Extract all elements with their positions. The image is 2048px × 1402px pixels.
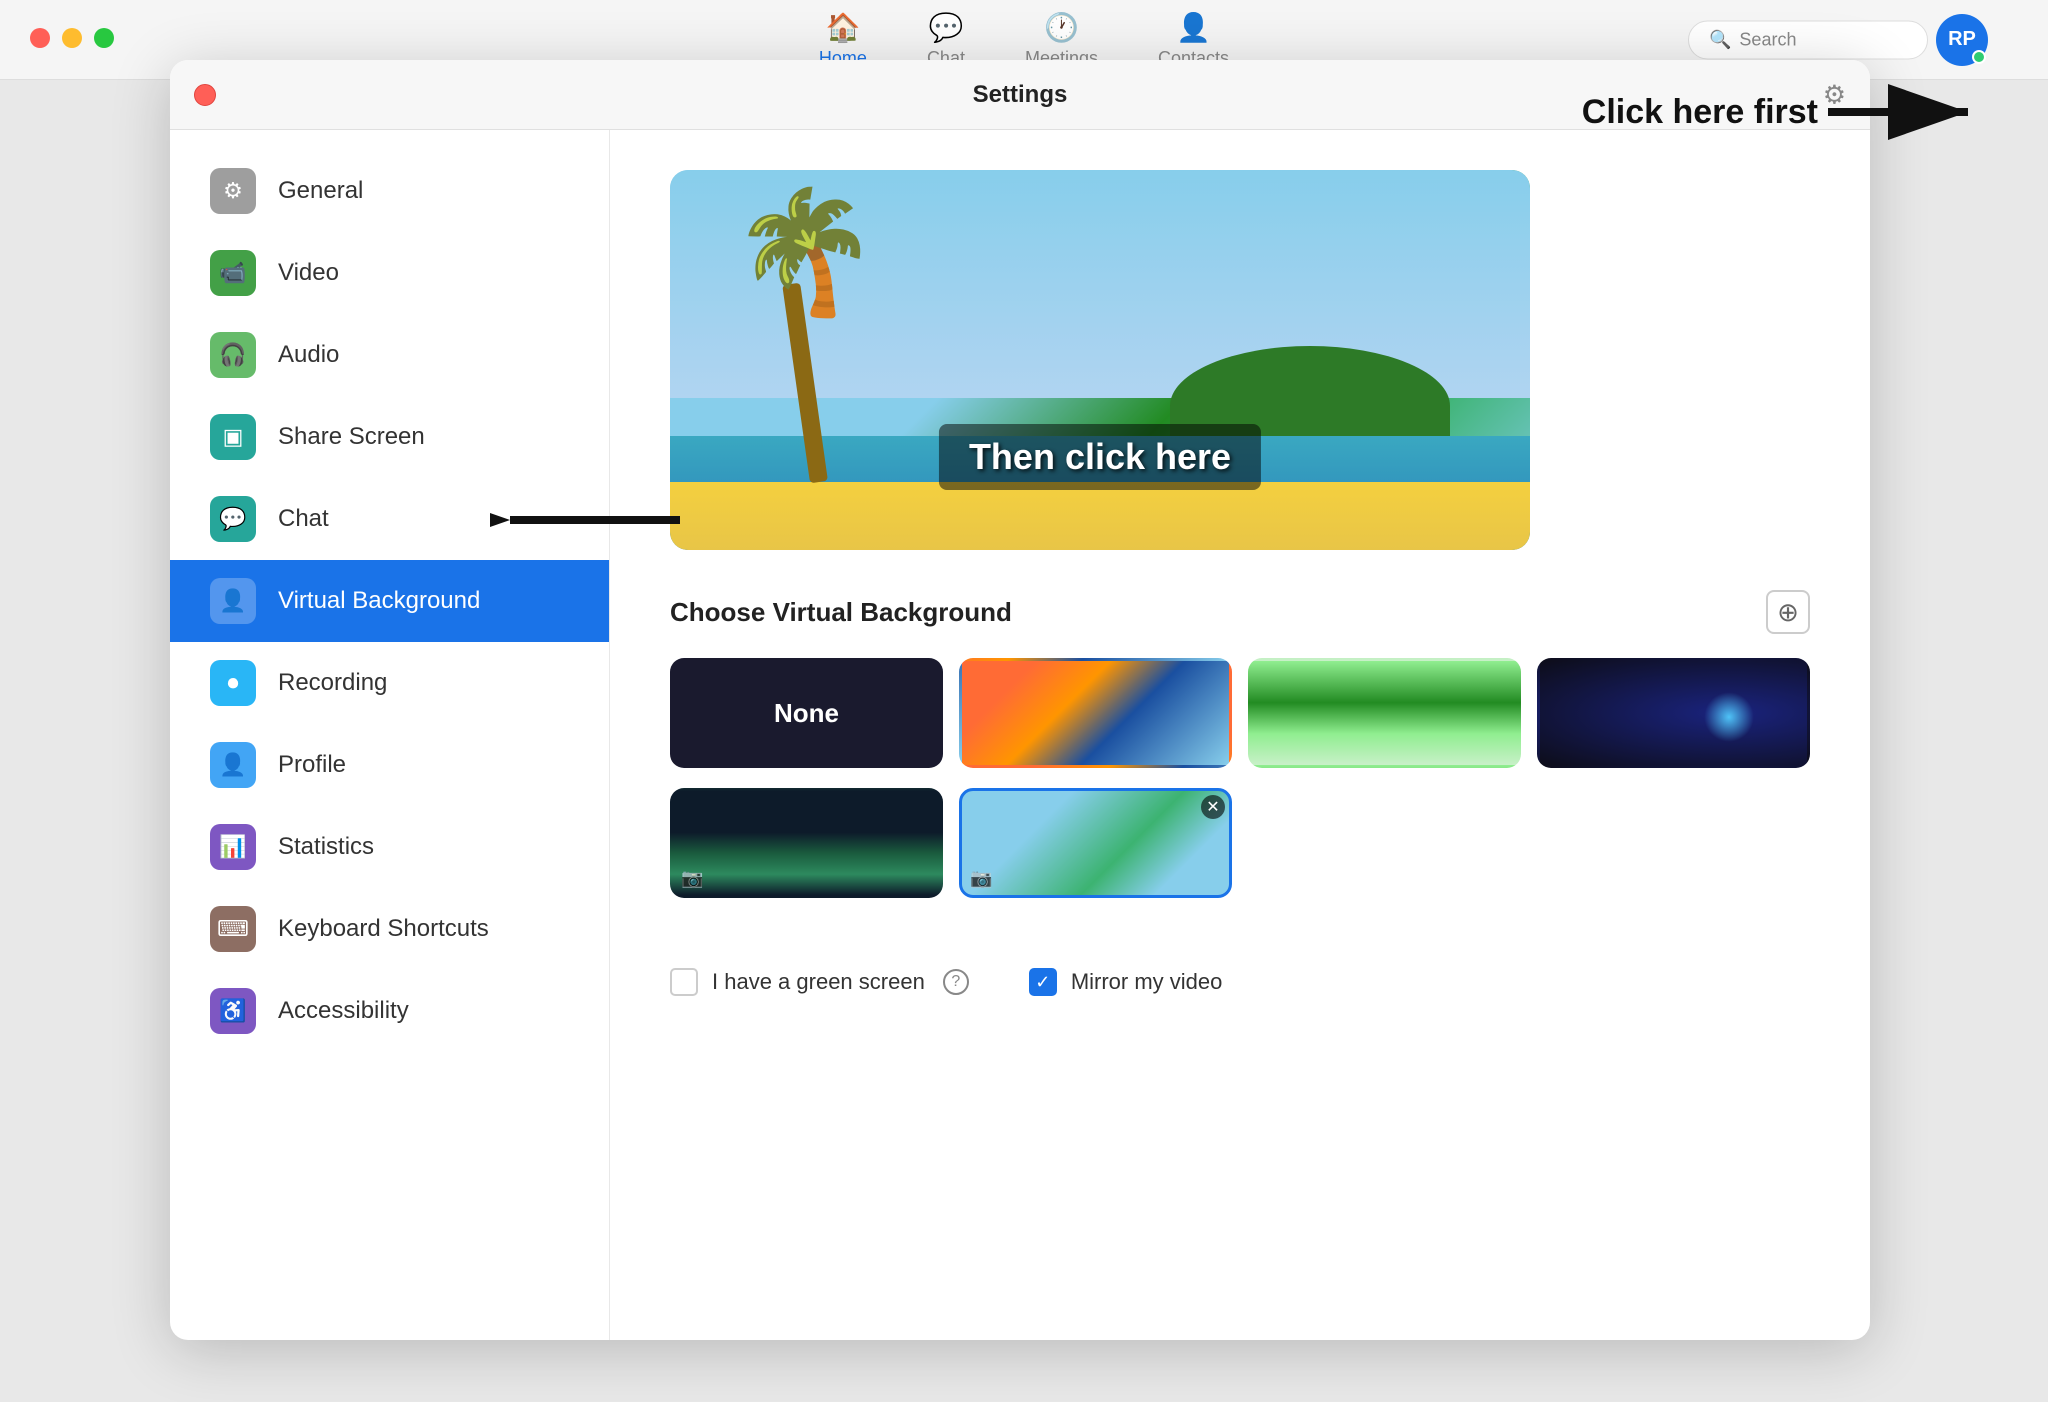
bg-beach-option[interactable]: ✕ 📷 bbox=[959, 788, 1232, 898]
bg-none-option[interactable]: None bbox=[670, 658, 943, 768]
bg-space-option[interactable] bbox=[1537, 658, 1810, 768]
sidebar-item-recording[interactable]: ⏺ Recording bbox=[170, 642, 609, 724]
close-button[interactable] bbox=[30, 28, 50, 48]
beach-cam-icon: 📷 bbox=[970, 868, 992, 889]
background-preview: 🌴 Then click here bbox=[670, 170, 1530, 550]
sidebar-item-statistics[interactable]: 📊 Statistics bbox=[170, 806, 609, 888]
space-glow bbox=[1704, 692, 1754, 742]
right-arrow-annotation bbox=[1828, 72, 1988, 152]
online-indicator bbox=[1972, 50, 1986, 64]
sidebar-item-accessibility[interactable]: ♿ Accessibility bbox=[170, 970, 609, 1052]
contacts-icon: 👤 bbox=[1176, 11, 1211, 44]
bg-empty-slot-1 bbox=[1248, 788, 1521, 898]
avatar[interactable]: RP bbox=[1936, 14, 1988, 66]
help-icon[interactable]: ? bbox=[943, 969, 969, 995]
meetings-icon: 🕐 bbox=[1044, 11, 1079, 44]
general-icon: ⚙ bbox=[210, 168, 256, 214]
aurora-cam-icon: 📷 bbox=[681, 868, 703, 889]
share-screen-icon: ▣ bbox=[210, 414, 256, 460]
sand bbox=[670, 482, 1530, 550]
choose-title: Choose Virtual Background bbox=[670, 597, 1012, 628]
accessibility-icon: ♿ bbox=[210, 988, 256, 1034]
mirror-video-label: Mirror my video bbox=[1071, 969, 1223, 995]
virtual-background-icon: 👤 bbox=[210, 578, 256, 624]
sidebar-item-general[interactable]: ⚙ General bbox=[170, 150, 609, 232]
bg-empty-slot-2 bbox=[1537, 788, 1810, 898]
virtual-background-label: Virtual Background bbox=[278, 587, 480, 615]
video-icon: 📹 bbox=[210, 250, 256, 296]
background-grid-row2: 📷 ✕ 📷 bbox=[670, 788, 1810, 898]
bg-aurora-option[interactable]: 📷 bbox=[670, 788, 943, 898]
accessibility-label: Accessibility bbox=[278, 997, 409, 1025]
left-arrow-annotation bbox=[490, 490, 690, 555]
bottom-options: I have a green screen ? ✓ Mirror my vide… bbox=[670, 938, 1810, 996]
green-screen-checkbox[interactable] bbox=[670, 968, 698, 996]
main-content: 🌴 Then click here Choose Virtual Backgro… bbox=[610, 130, 1870, 1340]
sidebar: ⚙ General 📹 Video 🎧 Audio ▣ Share Screen… bbox=[170, 130, 610, 1340]
minimize-button[interactable] bbox=[62, 28, 82, 48]
sidebar-item-audio[interactable]: 🎧 Audio bbox=[170, 314, 609, 396]
mirror-video-checkbox[interactable]: ✓ bbox=[1029, 968, 1057, 996]
click-here-first-label: Click here first bbox=[1582, 93, 1818, 132]
mirror-video-option[interactable]: ✓ Mirror my video bbox=[1029, 968, 1223, 996]
home-icon: 🏠 bbox=[825, 11, 860, 44]
share-screen-label: Share Screen bbox=[278, 423, 425, 451]
video-label: Video bbox=[278, 259, 339, 287]
chat-icon: 💬 bbox=[929, 11, 964, 44]
sidebar-item-virtual-background[interactable]: 👤 Virtual Background bbox=[170, 560, 609, 642]
sidebar-item-video[interactable]: 📹 Video bbox=[170, 232, 609, 314]
window-close-button[interactable] bbox=[194, 84, 216, 106]
annotation-click-here: Click here first bbox=[1582, 72, 1988, 152]
chat-sidebar-icon: 💬 bbox=[210, 496, 256, 542]
maximize-button[interactable] bbox=[94, 28, 114, 48]
recording-icon: ⏺ bbox=[210, 660, 256, 706]
profile-label: Profile bbox=[278, 751, 346, 779]
search-placeholder: Search bbox=[1739, 29, 1796, 50]
sidebar-item-keyboard-shortcuts[interactable]: ⌨ Keyboard Shortcuts bbox=[170, 888, 609, 970]
profile-icon: 👤 bbox=[210, 742, 256, 788]
keyboard-icon: ⌨ bbox=[210, 906, 256, 952]
palm-leaves: 🌴 bbox=[730, 192, 879, 312]
keyboard-shortcuts-label: Keyboard Shortcuts bbox=[278, 915, 489, 943]
green-screen-option[interactable]: I have a green screen ? bbox=[670, 968, 969, 996]
bg-bridge-option[interactable] bbox=[959, 658, 1232, 768]
background-grid-row1: None bbox=[670, 658, 1810, 768]
content-area: ⚙ General 📹 Video 🎧 Audio ▣ Share Screen… bbox=[170, 130, 1870, 1340]
then-click-here-label: Then click here bbox=[939, 424, 1261, 490]
choose-header: Choose Virtual Background ⊕ bbox=[670, 590, 1810, 634]
beach-scene: 🌴 Then click here bbox=[670, 170, 1530, 550]
statistics-label: Statistics bbox=[278, 833, 374, 861]
audio-icon: 🎧 bbox=[210, 332, 256, 378]
left-arrow-svg bbox=[490, 490, 690, 550]
bg-grass-option[interactable] bbox=[1248, 658, 1521, 768]
window-title: Settings bbox=[973, 81, 1068, 109]
statistics-icon: 📊 bbox=[210, 824, 256, 870]
search-icon: 🔍 bbox=[1709, 29, 1731, 50]
add-background-button[interactable]: ⊕ bbox=[1766, 590, 1810, 634]
search-bar[interactable]: 🔍 Search bbox=[1688, 20, 1928, 59]
green-screen-label: I have a green screen bbox=[712, 969, 925, 995]
settings-window: Settings ⚙ ⚙ General 📹 Video 🎧 Audio ▣ S… bbox=[170, 60, 1870, 1340]
bg-none-label: None bbox=[774, 698, 839, 729]
sidebar-item-profile[interactable]: 👤 Profile bbox=[170, 724, 609, 806]
traffic-lights bbox=[30, 28, 114, 48]
chat-sidebar-label: Chat bbox=[278, 505, 329, 533]
audio-label: Audio bbox=[278, 341, 339, 369]
remove-background-button[interactable]: ✕ bbox=[1201, 795, 1225, 819]
recording-label: Recording bbox=[278, 669, 387, 697]
sidebar-item-share-screen[interactable]: ▣ Share Screen bbox=[170, 396, 609, 478]
general-label: General bbox=[278, 177, 363, 205]
